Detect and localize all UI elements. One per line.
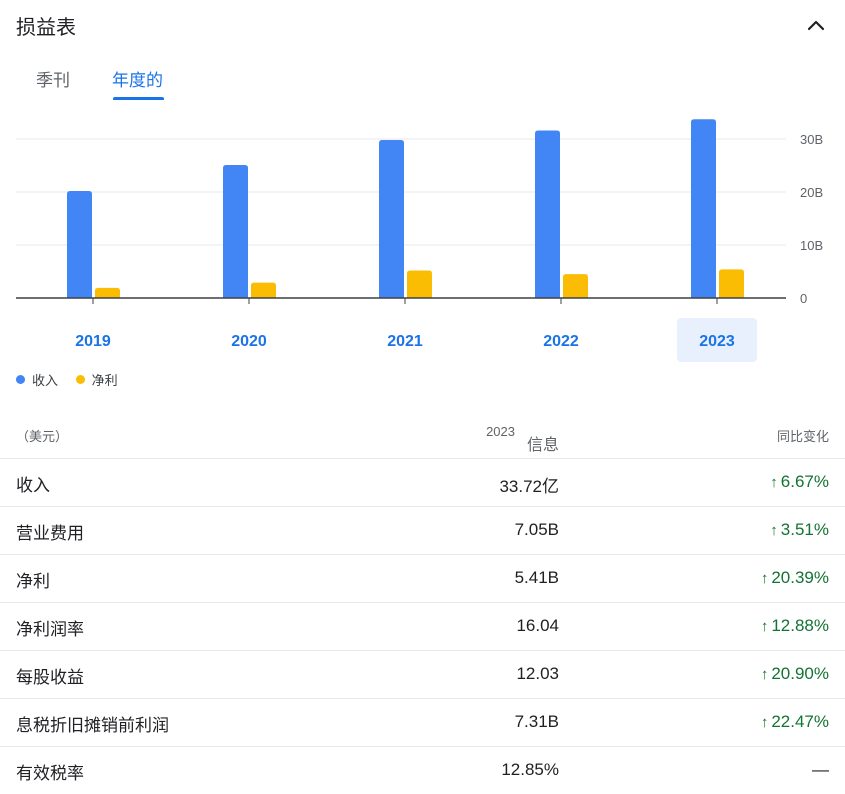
legend-dot-net-income (75, 375, 85, 384)
row-label: 净利润率 (16, 620, 84, 639)
arrow-up-icon: ↑ (770, 521, 778, 539)
table-row: 净利润率 16.04 ↑ 12.88% (0, 603, 845, 651)
year-label-2019[interactable]: 2019 (75, 333, 111, 350)
row-label: 有效税率 (16, 764, 84, 783)
arrow-up-icon: ↑ (760, 665, 769, 683)
y-tick-label: 30B (800, 132, 823, 147)
chart-legend: 收入 净利 (16, 370, 132, 390)
arrow-up-icon: ↑ (770, 473, 778, 491)
unit-label: （美元） (16, 429, 69, 444)
row-change: ↑ 20.90% (761, 664, 829, 684)
income-statement-header: 损益表 (0, 0, 845, 56)
section-title: 损益表 (16, 17, 76, 39)
info-column-label: 信息 (526, 437, 559, 454)
row-value: 7.31B (514, 712, 559, 731)
row-value: 16.04 (516, 616, 559, 635)
bar-net-income-2021[interactable] (407, 270, 432, 298)
table-row: 每股收益 12.03 ↑ 20.90% (0, 651, 845, 699)
bar-net-income-2019[interactable] (95, 287, 120, 298)
row-change-value: 12.88% (771, 616, 829, 635)
active-tab-indicator (113, 97, 164, 100)
row-change-value: 20.90% (771, 664, 829, 683)
row-change-value: 6.67% (780, 472, 829, 491)
income-chart: 0 10B 20B 30B 2019 2020 2021 2022 2023 (0, 108, 845, 370)
bar-revenue-2021[interactable] (379, 140, 404, 298)
row-change-value: 3.51% (780, 520, 829, 539)
financial-table: （美元） 2023 信息 同比变化 收入 33.72亿 ↑ 6.67% 营业费用 7.05… (0, 410, 845, 794)
bar-net-income-2023[interactable] (719, 269, 744, 298)
bar-revenue-2019[interactable] (67, 190, 92, 298)
tab-annual[interactable]: 年度的 (112, 66, 163, 91)
table-header: （美元） 2023 信息 同比变化 (0, 410, 845, 459)
row-change: — (812, 760, 829, 780)
row-change-value: 20.39% (771, 568, 829, 587)
arrow-up-icon: ↑ (760, 617, 769, 635)
row-value: 12.85% (501, 760, 559, 779)
y-tick-label: 0 (800, 291, 807, 306)
legend-label-net-income: 净利 (91, 373, 118, 388)
chevron-up-icon[interactable] (802, 12, 830, 40)
row-value: 7.05B (514, 520, 559, 539)
bar-revenue-2022[interactable] (535, 130, 560, 298)
y-tick-label: 20B (800, 185, 823, 200)
legend-item-net-income: 净利 (75, 370, 118, 389)
year-label-2021[interactable]: 2021 (387, 333, 423, 350)
row-value: 12.03 (516, 664, 559, 683)
table-row: 有效税率 12.85% — (0, 747, 845, 794)
legend-dot-revenue (16, 375, 25, 384)
row-value: 5.41B (514, 568, 559, 587)
row-value: 33.72亿 (499, 477, 559, 496)
row-change: ↑ 3.51% (770, 520, 829, 540)
y-tick-label: 10B (800, 238, 823, 253)
row-change: ↑ 6.67% (770, 472, 829, 492)
year-column-label: 2023 (486, 424, 515, 439)
table-row: 收入 33.72亿 ↑ 6.67% (0, 459, 845, 507)
legend-item-revenue: 收入 (16, 370, 58, 389)
row-change: ↑ 22.47% (761, 712, 829, 732)
row-label: 净利 (16, 572, 50, 591)
row-change: ↑ 20.39% (761, 568, 829, 588)
bar-revenue-2023[interactable] (691, 119, 716, 298)
table-row: 营业费用 7.05B ↑ 3.51% (0, 507, 845, 555)
year-label-2023[interactable]: 2023 (699, 333, 735, 350)
row-label: 营业费用 (16, 524, 84, 543)
bar-net-income-2020[interactable] (251, 282, 276, 298)
row-change-value: — (812, 760, 829, 779)
arrow-up-icon: ↑ (760, 713, 769, 731)
row-change: ↑ 12.88% (761, 616, 829, 636)
legend-label-revenue: 收入 (32, 373, 59, 388)
arrow-up-icon: ↑ (760, 569, 769, 587)
tab-quarterly[interactable]: 季刊 (36, 66, 70, 91)
bar-net-income-2022[interactable] (563, 274, 588, 298)
row-change-value: 22.47% (771, 712, 829, 731)
period-tabs: 季刊 年度的 (0, 60, 845, 104)
year-label-2020[interactable]: 2020 (231, 333, 267, 350)
row-label: 收入 (16, 476, 50, 495)
row-label: 息税折旧摊销前利润 (16, 716, 169, 735)
bar-chart: 0 10B 20B 30B 2019 2020 2021 2022 2023 (16, 119, 823, 362)
table-row: 净利 5.41B ↑ 20.39% (0, 555, 845, 603)
change-column-label: 同比变化 (776, 429, 829, 444)
table-row: 息税折旧摊销前利润 7.31B ↑ 22.47% (0, 699, 845, 747)
year-label-2022[interactable]: 2022 (543, 333, 579, 350)
bar-revenue-2020[interactable] (223, 164, 248, 298)
row-label: 每股收益 (16, 668, 84, 687)
